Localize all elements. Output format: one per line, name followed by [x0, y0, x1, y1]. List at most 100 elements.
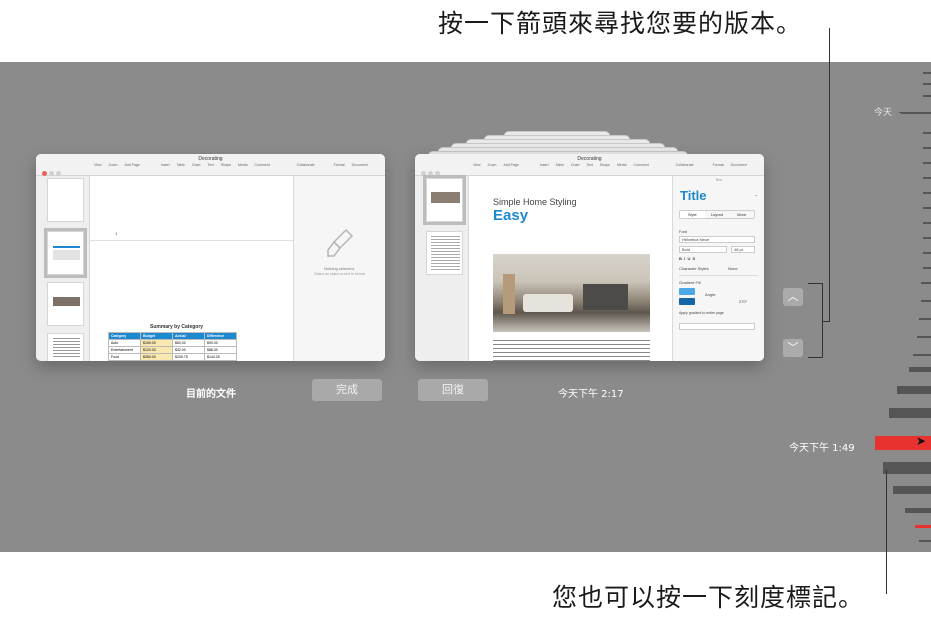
chevron-up-icon: ︿ [787, 290, 799, 303]
apply-gradient-checkbox: Apply gradient to entire page [679, 311, 724, 315]
window-title: Decorating [198, 156, 223, 162]
timeline[interactable] [851, 62, 931, 552]
previous-version-button[interactable]: ︿ [783, 288, 803, 306]
table-title: Summary by Category [150, 324, 204, 330]
gradient-color-2 [679, 298, 695, 305]
tool-collaborate[interactable]: Collaborate [297, 163, 315, 167]
timeline-tick[interactable] [917, 336, 931, 338]
timeline-tick[interactable] [923, 252, 931, 254]
callout-top-bracket-join [822, 321, 830, 322]
format-inspector: Nothing selected. Select an object or te… [293, 176, 385, 361]
timeline-tick[interactable] [913, 354, 931, 356]
font-family-select: Helvetica Neue [679, 236, 755, 243]
timeline-tick[interactable] [883, 462, 931, 474]
bold-italic-underline-buttons: B I U S [679, 256, 696, 261]
tool-insert[interactable]: Insert [161, 163, 170, 167]
done-button[interactable]: 完成 [312, 379, 382, 401]
callout-tick-marks: 您也可以按一下刻度標記。 [552, 583, 865, 612]
page-thumbnail-selected [423, 175, 466, 225]
tool-comment: Comment [633, 163, 649, 167]
tool-table[interactable]: Table [177, 163, 185, 167]
toolbar-tools: View Zoom Add Page Insert Table Chart Te… [94, 163, 374, 167]
document-canvas[interactable]: 1 Summary by Category Category Budget Ac… [90, 176, 293, 361]
timeline-tick[interactable] [923, 83, 931, 85]
table-cell: Auto [108, 339, 141, 347]
tool-add-page[interactable]: Add Page [124, 163, 139, 167]
toolbar-tools: View Zoom Add Page Insert Table Chart Te… [473, 163, 753, 167]
timeline-tick[interactable] [909, 367, 931, 372]
tool-zoom: Zoom [487, 163, 497, 167]
page-thumbnail-selected[interactable] [44, 228, 87, 278]
timeline-tick[interactable] [905, 508, 931, 513]
timeline-tick-red[interactable] [915, 525, 931, 528]
tool-media[interactable]: Media [238, 163, 248, 167]
tool-document[interactable]: Document [352, 163, 368, 167]
tool-view[interactable]: View [94, 163, 102, 167]
angle-label: Angle: [705, 292, 717, 297]
alignment-buttons [679, 323, 755, 330]
page-number: 1 [115, 231, 118, 236]
tool-chart: Chart [570, 163, 580, 167]
timeline-tick[interactable] [897, 386, 931, 394]
timeline-tick[interactable] [889, 408, 931, 418]
callout-bottom-leader [886, 470, 887, 594]
timeline-tick[interactable] [893, 486, 931, 494]
tool-insert: Insert [539, 163, 549, 167]
tool-media: Media [616, 163, 627, 167]
paintbrush-icon [327, 228, 354, 257]
tool-shape[interactable]: Shape [221, 163, 231, 167]
tool-text[interactable]: Text [207, 163, 213, 167]
tab-layout: Layout [711, 212, 724, 217]
table-cell: $144.25 [204, 353, 237, 361]
tool-chart[interactable]: Chart [192, 163, 201, 167]
font-style-select: Bold [679, 246, 727, 253]
timeline-tick[interactable] [923, 192, 931, 194]
timeline-tick[interactable] [923, 147, 931, 149]
callout-top-bracket-top [808, 283, 823, 284]
page-thumbnail[interactable] [47, 178, 84, 222]
timeline-tick[interactable] [923, 162, 931, 164]
timeline-tick[interactable] [923, 237, 931, 239]
timeline-tick[interactable] [923, 72, 931, 74]
today-tick-leader [899, 112, 931, 113]
callout-top-bracket-bottom [808, 357, 823, 358]
tool-text: Text [586, 163, 593, 167]
table-row: Entertainment $120.00 $32.00 $88.00 [108, 346, 237, 354]
timeline-tick[interactable] [923, 132, 931, 134]
timeline-tick[interactable] [921, 300, 931, 302]
pointer-cursor-icon: ➤ [916, 434, 927, 448]
timeline-tick[interactable] [921, 282, 931, 284]
tool-zoom[interactable]: Zoom [109, 163, 118, 167]
table-header: Budget [140, 332, 173, 340]
font-label: Font [679, 229, 688, 234]
gradient-color-1 [679, 288, 695, 295]
page-thumbnail[interactable] [47, 333, 84, 361]
angle-value: 270° [739, 299, 748, 304]
tool-comment[interactable]: Comment [255, 163, 270, 167]
table-cell: $60.00 [172, 339, 205, 347]
next-version-button[interactable]: ﹀ [783, 339, 803, 357]
restore-button[interactable]: 回復 [418, 379, 488, 401]
current-document-window: Decorating View Zoom Add Page Insert Tab… [36, 154, 385, 361]
table-row: Food $350.00 $205.75 $144.25 [108, 353, 237, 361]
table-header: Difference [204, 332, 237, 340]
tool-document: Document [730, 163, 747, 167]
tool-format[interactable]: Format [334, 163, 345, 167]
version-timestamp-label: 今天下午 2:17 [558, 389, 624, 400]
tab-style: Style [680, 211, 705, 218]
summary-table[interactable]: Category Budget Actual Difference Auto $… [108, 332, 237, 361]
timeline-tick[interactable] [923, 207, 931, 209]
timeline-tick[interactable] [923, 95, 931, 97]
table-cell: Food [108, 353, 141, 361]
timeline-tick[interactable] [923, 267, 931, 269]
timeline-tick[interactable] [919, 540, 931, 542]
toolbar: Decorating View Zoom Add Page Insert Tab… [36, 154, 385, 176]
current-document-label: 目前的文件 [186, 389, 236, 400]
timeline-tick[interactable] [923, 222, 931, 224]
timeline-tick[interactable] [923, 177, 931, 179]
character-styles-label: Character Styles [679, 266, 709, 271]
timeline-tick[interactable] [919, 318, 931, 320]
chevron-down-icon: ⌄ [754, 192, 758, 197]
page-thumbnail[interactable] [47, 282, 84, 326]
version-document-window[interactable]: Decorating View Zoom Add Page Insert Tab… [415, 154, 764, 361]
